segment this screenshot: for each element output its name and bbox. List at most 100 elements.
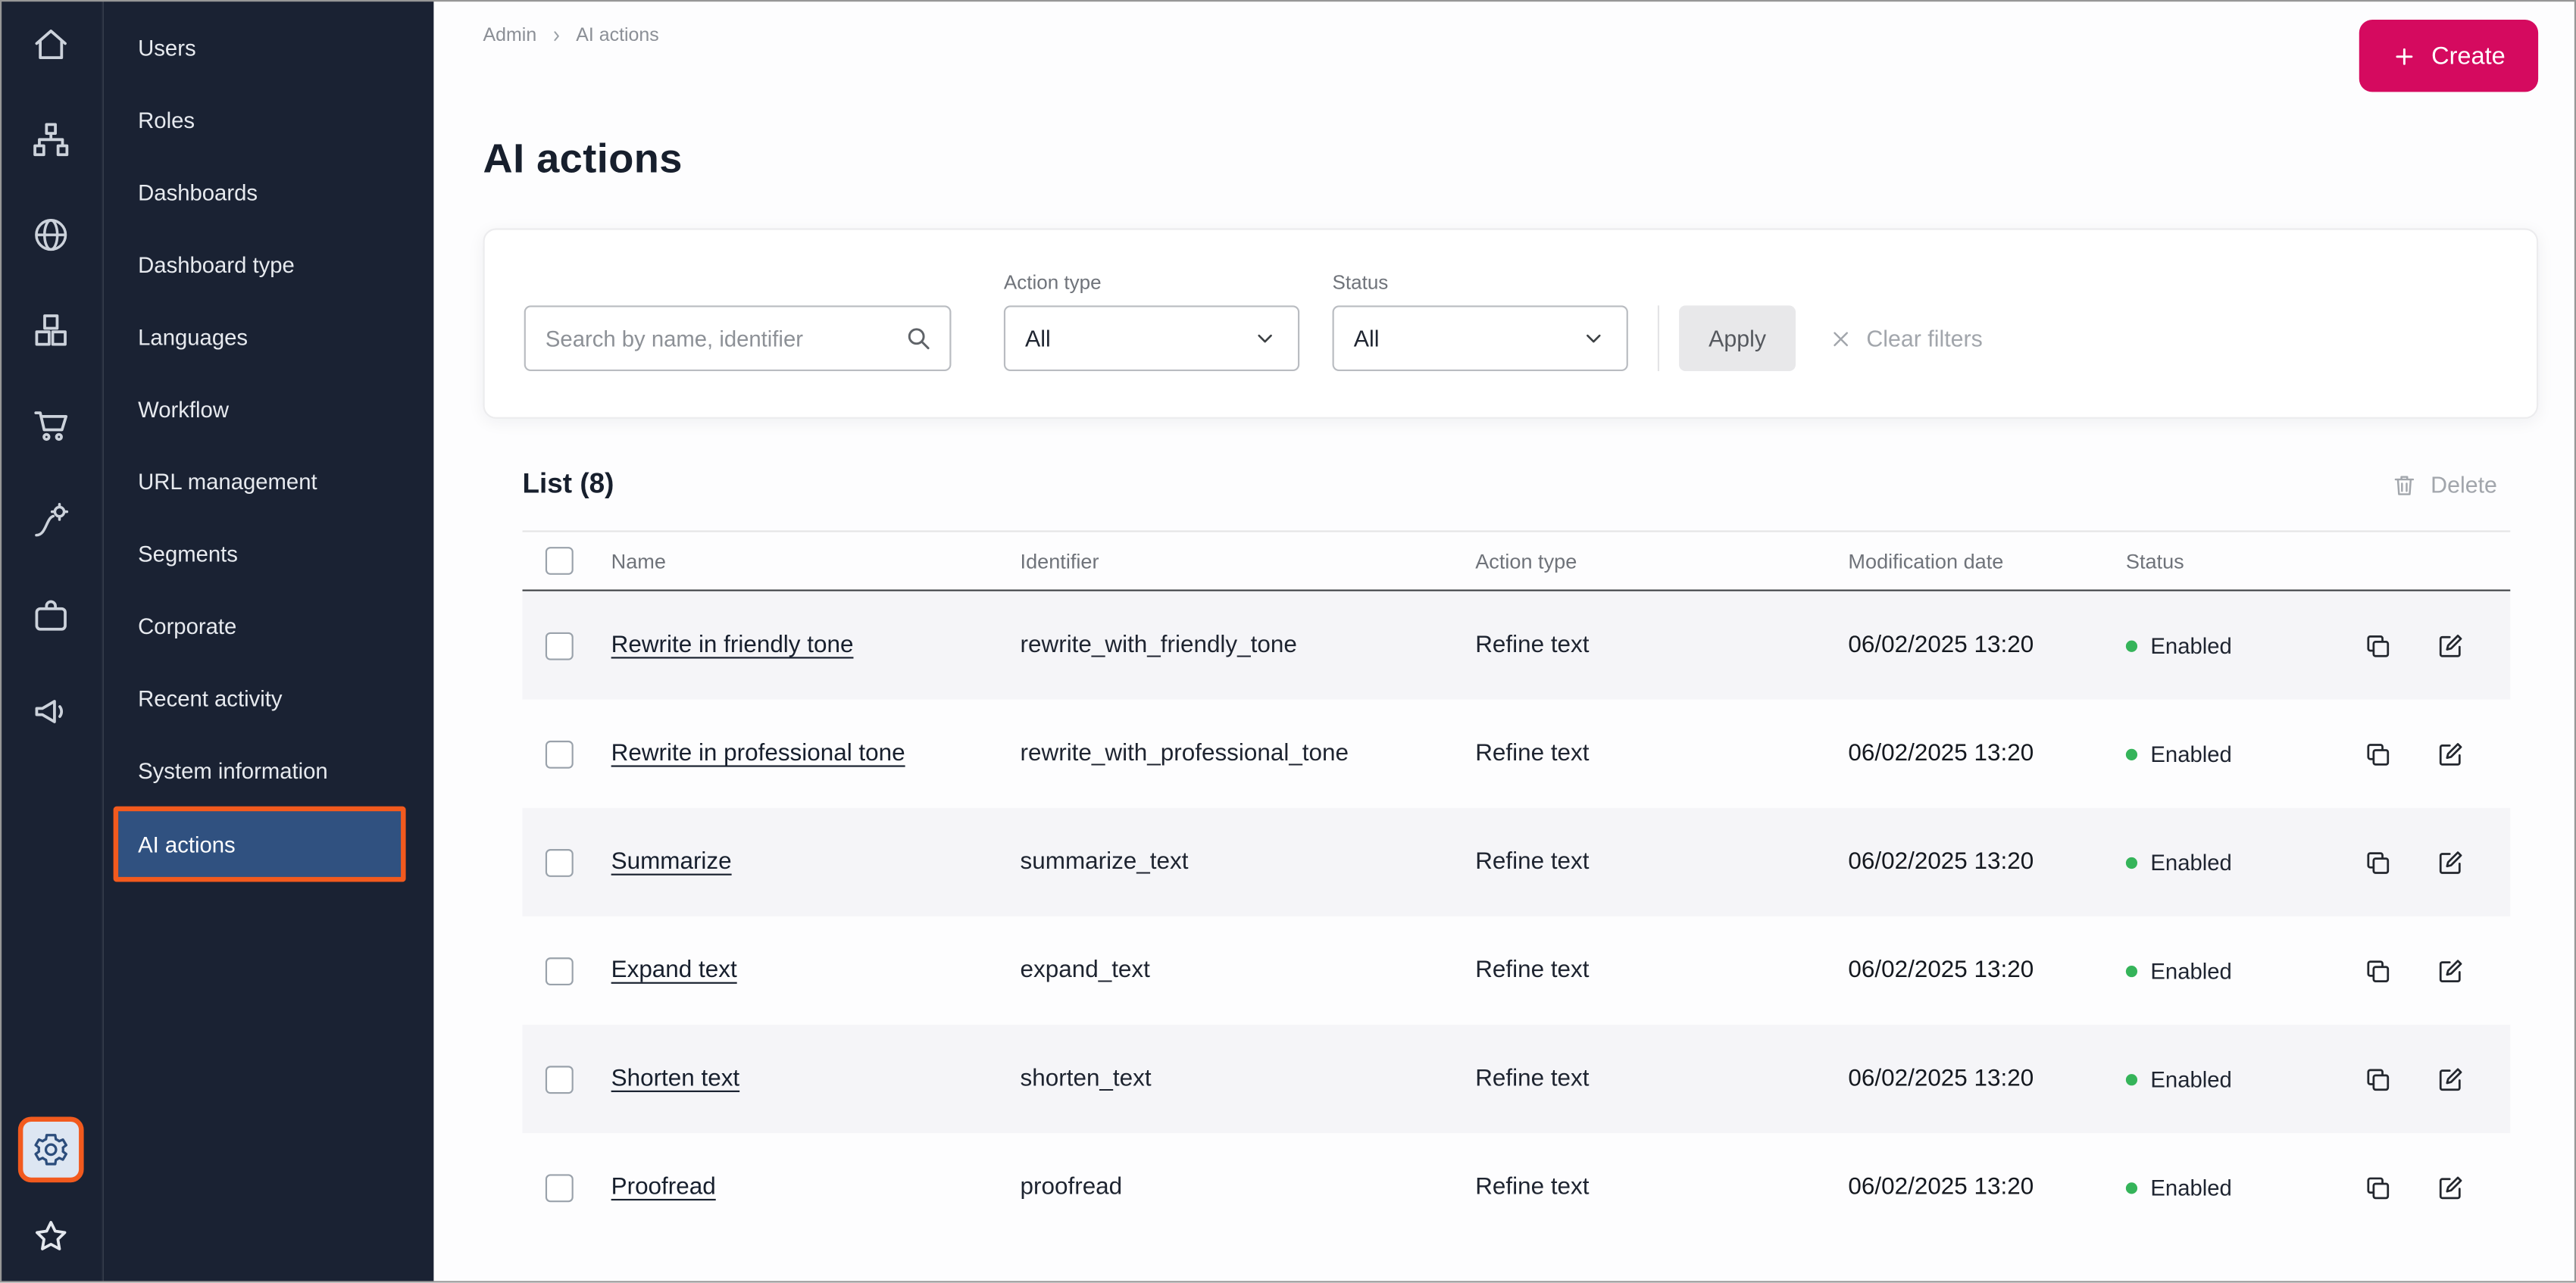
- sidebar-item-label: Segments: [138, 541, 238, 567]
- status-badge: Enabled: [2125, 741, 2334, 766]
- row-name-link[interactable]: Rewrite in friendly tone: [611, 632, 1021, 659]
- clear-filters-button[interactable]: Clear filters: [1818, 305, 1992, 371]
- sidebar-item-languages[interactable]: Languages: [104, 301, 434, 373]
- main-content: Admin AI actions Create AI actions Searc…: [433, 0, 2576, 1283]
- select-all-checkbox[interactable]: [545, 547, 574, 575]
- sidebar-item-label: Recent activity: [138, 685, 283, 710]
- status-select[interactable]: All: [1332, 305, 1628, 372]
- briefcase-icon[interactable]: [30, 595, 72, 637]
- search-field-wrap: [524, 305, 952, 372]
- sidebar-item-workflow[interactable]: Workflow: [104, 373, 434, 445]
- status-dot: [2125, 964, 2138, 977]
- settings-gear-icon[interactable]: [17, 1116, 84, 1183]
- row-action-type: Refine text: [1475, 849, 1590, 876]
- sidebar-item-dashboard-type[interactable]: Dashboard type: [104, 228, 434, 300]
- copy-icon[interactable]: [2362, 629, 2395, 661]
- edit-icon[interactable]: [2435, 954, 2468, 987]
- sidebar-item-label: Dashboards: [138, 179, 258, 204]
- copy-icon[interactable]: [2362, 1171, 2395, 1203]
- star-icon[interactable]: [30, 1216, 72, 1258]
- row-identifier: rewrite_with_friendly_tone: [1020, 632, 1297, 659]
- status-dot: [2125, 1073, 2138, 1085]
- row-actions: [2334, 738, 2510, 770]
- row-name-link[interactable]: Summarize: [611, 849, 1021, 876]
- copy-icon[interactable]: [2362, 954, 2395, 987]
- row-checkbox[interactable]: [545, 1173, 574, 1202]
- row-actions: [2334, 629, 2510, 661]
- row-checkbox[interactable]: [545, 631, 574, 660]
- sidebar-item-label: Corporate: [138, 613, 237, 638]
- home-icon[interactable]: [30, 23, 72, 65]
- action-type-value: All: [1025, 325, 1051, 352]
- list-title: List (8): [522, 467, 614, 500]
- row-actions: [2334, 846, 2510, 879]
- search-icon[interactable]: [904, 323, 933, 353]
- row-name-link[interactable]: Shorten text: [611, 1066, 1021, 1092]
- row-modification-date: 06/02/2025 13:20: [1848, 849, 2034, 876]
- breadcrumb-admin[interactable]: Admin: [483, 27, 536, 46]
- row-name-link[interactable]: Proofread: [611, 1174, 1021, 1200]
- row-modification-date: 06/02/2025 13:20: [1848, 957, 2034, 984]
- sidebar-item-recent-activity[interactable]: Recent activity: [104, 662, 434, 734]
- globe-icon[interactable]: [30, 214, 72, 256]
- row-checkbox[interactable]: [545, 1065, 574, 1094]
- search-input[interactable]: [524, 305, 952, 372]
- row-identifier: proofread: [1020, 1174, 1123, 1201]
- row-checkbox[interactable]: [545, 848, 574, 876]
- status-text: Enabled: [2150, 1066, 2232, 1091]
- chevron-down-icon: [1252, 325, 1278, 351]
- sidebar-item-users[interactable]: Users: [104, 11, 434, 83]
- copy-icon[interactable]: [2362, 1063, 2395, 1095]
- sidebar-item-url-management[interactable]: URL management: [104, 445, 434, 517]
- edit-icon[interactable]: [2435, 846, 2468, 879]
- row-modification-date: 06/02/2025 13:20: [1848, 740, 2034, 767]
- sidebar-item-system-information[interactable]: System information: [104, 734, 434, 806]
- trash-icon: [2390, 470, 2418, 498]
- delete-button[interactable]: Delete: [2380, 469, 2510, 500]
- megaphone-icon[interactable]: [30, 690, 72, 732]
- edit-icon[interactable]: [2435, 629, 2468, 661]
- row-modification-date: 06/02/2025 13:20: [1848, 632, 2034, 659]
- chevron-right-icon: [548, 28, 564, 45]
- status-dot: [2125, 639, 2138, 651]
- cart-icon[interactable]: [30, 404, 72, 446]
- breadcrumb-ai-actions[interactable]: AI actions: [576, 27, 659, 46]
- row-checkbox[interactable]: [545, 957, 574, 985]
- row-checkbox[interactable]: [545, 739, 574, 768]
- apply-button[interactable]: Apply: [1679, 305, 1796, 372]
- create-button[interactable]: Create: [2359, 20, 2539, 92]
- icon-rail: [0, 0, 104, 1283]
- sidebar-item-roles[interactable]: Roles: [104, 84, 434, 156]
- admin-sidebar: Users Roles Dashboards Dashboard type La…: [103, 0, 434, 1283]
- edit-icon[interactable]: [2435, 1171, 2468, 1203]
- copy-icon[interactable]: [2362, 738, 2395, 770]
- copy-icon[interactable]: [2362, 846, 2395, 879]
- rail-bottom: [17, 1116, 84, 1258]
- column-header-name: Name: [611, 549, 666, 573]
- status-text: Enabled: [2150, 741, 2232, 766]
- status-group: Status All: [1332, 271, 1628, 372]
- sidebar-item-label: System information: [138, 757, 328, 783]
- sidebar-item-dashboards[interactable]: Dashboards: [104, 156, 434, 228]
- row-action-type: Refine text: [1475, 740, 1590, 767]
- row-identifier: expand_text: [1020, 957, 1150, 984]
- status-badge: Enabled: [2125, 1175, 2334, 1200]
- sidebar-item-label: Languages: [138, 324, 249, 349]
- table-row: Proofread proofread Refine text 06/02/20…: [523, 1133, 2511, 1241]
- edit-icon[interactable]: [2435, 1063, 2468, 1095]
- edit-icon[interactable]: [2435, 738, 2468, 770]
- sidebar-item-corporate[interactable]: Corporate: [104, 589, 434, 661]
- row-name-link[interactable]: Rewrite in professional tone: [611, 741, 1021, 767]
- action-type-select[interactable]: All: [1003, 305, 1300, 372]
- filter-card: Action type All Status All Apply: [483, 228, 2539, 419]
- sidebar-item-ai-actions[interactable]: AI actions: [113, 806, 406, 882]
- row-action-type: Refine text: [1475, 632, 1590, 659]
- x-icon: [1828, 326, 1853, 351]
- modules-icon[interactable]: [30, 309, 72, 351]
- hierarchy-icon[interactable]: [30, 118, 72, 161]
- row-name-link[interactable]: Expand text: [611, 957, 1021, 984]
- sidebar-item-segments[interactable]: Segments: [104, 517, 434, 589]
- status-text: Enabled: [2150, 850, 2232, 875]
- automation-icon[interactable]: [30, 499, 72, 542]
- table-row: Rewrite in friendly tone rewrite_with_fr…: [522, 591, 2511, 700]
